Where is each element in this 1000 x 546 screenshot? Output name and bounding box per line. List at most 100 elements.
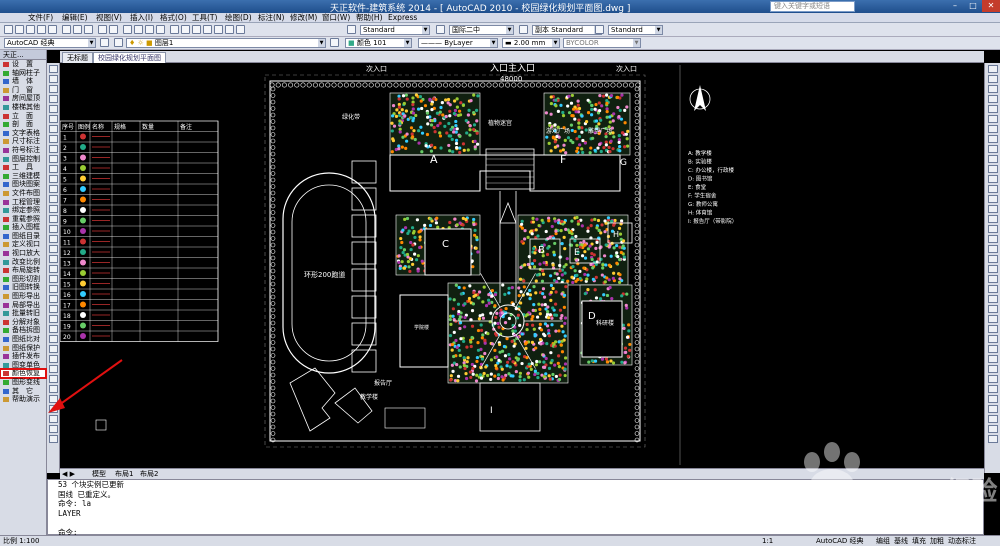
draw-tool-icon[interactable] xyxy=(49,225,58,233)
draw-tool-icon[interactable] xyxy=(49,145,58,153)
panel-item[interactable]: 立 面 xyxy=(0,112,46,121)
draw-tool-icon[interactable] xyxy=(49,125,58,133)
draw-tool-icon[interactable] xyxy=(49,335,58,343)
paste-icon[interactable] xyxy=(84,25,93,34)
mleader-style-select[interactable]: Standard ▼ xyxy=(608,25,663,35)
draw-tool-icon[interactable] xyxy=(49,255,58,263)
draw-tool-icon[interactable] xyxy=(49,385,58,393)
panel-item[interactable]: 设 置 xyxy=(0,60,46,69)
modify-tool-icon[interactable] xyxy=(988,315,998,323)
modify-tool-icon[interactable] xyxy=(988,285,998,293)
panel-item[interactable]: 重载参照 xyxy=(0,215,46,224)
workspace-settings-icon[interactable] xyxy=(100,38,109,47)
draw-tool-icon[interactable] xyxy=(49,345,58,353)
modify-tool-icon[interactable] xyxy=(988,295,998,303)
panel-item[interactable]: 图形导出 xyxy=(0,292,46,301)
draw-tool-icon[interactable] xyxy=(49,375,58,383)
draw-tool-icon[interactable] xyxy=(49,295,58,303)
plotstyle-select[interactable]: BYCOLOR ▼ xyxy=(563,38,641,48)
modify-tool-icon[interactable] xyxy=(988,365,998,373)
tab-campus-plan[interactable]: 校园绿化规划平面图 xyxy=(93,52,166,63)
modify-tool-icon[interactable] xyxy=(988,275,998,283)
print-icon[interactable] xyxy=(37,25,46,34)
modify-tool-icon[interactable] xyxy=(988,105,998,113)
panel-item[interactable]: 其 它 xyxy=(0,387,46,396)
sheet-set-icon[interactable] xyxy=(203,25,212,34)
search-input[interactable]: 键入关键字或短语 xyxy=(770,1,855,12)
close-icon[interactable]: ✕ xyxy=(982,0,1000,12)
menu-format[interactable]: 格式(O) xyxy=(160,13,187,23)
draw-tool-icon[interactable] xyxy=(49,65,58,73)
draw-tool-icon[interactable] xyxy=(49,95,58,103)
modify-tool-icon[interactable] xyxy=(988,135,998,143)
modify-tool-icon[interactable] xyxy=(988,95,998,103)
panel-item[interactable]: 备档拆图 xyxy=(0,326,46,335)
panel-item[interactable]: 视口放大 xyxy=(0,249,46,258)
help-icon[interactable] xyxy=(236,25,245,34)
tool-palette-icon[interactable] xyxy=(192,25,201,34)
draw-tool-icon[interactable] xyxy=(49,315,58,323)
panel-item[interactable]: 符号标注 xyxy=(0,146,46,155)
modify-tool-icon[interactable] xyxy=(988,115,998,123)
redo-icon[interactable] xyxy=(109,25,118,34)
modify-tool-icon[interactable] xyxy=(988,85,998,93)
draw-tool-icon[interactable] xyxy=(49,185,58,193)
new-icon[interactable] xyxy=(4,25,13,34)
menu-help[interactable]: 帮助(H) xyxy=(356,13,383,23)
panel-item[interactable]: 定义视口 xyxy=(0,240,46,249)
modify-tool-icon[interactable] xyxy=(988,145,998,153)
scale-readout[interactable]: 比例 1:100 xyxy=(3,536,39,546)
zoom-previous-icon[interactable] xyxy=(156,25,165,34)
draw-tool-icon[interactable] xyxy=(49,205,58,213)
modify-tool-icon[interactable] xyxy=(988,155,998,163)
draw-tool-icon[interactable] xyxy=(49,115,58,123)
panel-item[interactable]: 插件发布 xyxy=(0,352,46,361)
menu-file[interactable]: 文件(F) xyxy=(28,13,53,23)
design-center-icon[interactable] xyxy=(181,25,190,34)
modify-tool-icon[interactable] xyxy=(988,385,998,393)
preview-icon[interactable] xyxy=(48,25,57,34)
panel-item[interactable]: 工程管理 xyxy=(0,198,46,207)
minimize-icon[interactable]: – xyxy=(946,0,964,12)
menu-insert[interactable]: 插入(I) xyxy=(130,13,153,23)
draw-tool-icon[interactable] xyxy=(49,135,58,143)
modify-tool-icon[interactable] xyxy=(988,435,998,443)
tab-untitled[interactable]: 无标题 xyxy=(62,52,93,63)
modify-tool-icon[interactable] xyxy=(988,215,998,223)
modify-tool-icon[interactable] xyxy=(988,425,998,433)
tab-model[interactable]: 模型 xyxy=(92,469,106,479)
menu-dimension[interactable]: 标注(N) xyxy=(258,13,284,23)
modify-tool-icon[interactable] xyxy=(988,225,998,233)
undo-icon[interactable] xyxy=(98,25,107,34)
menu-tools[interactable]: 工具(T) xyxy=(192,13,217,23)
draw-tool-icon[interactable] xyxy=(49,425,58,433)
modify-tool-icon[interactable] xyxy=(988,395,998,403)
draw-tool-icon[interactable] xyxy=(49,85,58,93)
draw-tool-icon[interactable] xyxy=(49,265,58,273)
draw-tool-icon[interactable] xyxy=(49,105,58,113)
draw-tool-icon[interactable] xyxy=(49,365,58,373)
zoom-window-icon[interactable] xyxy=(145,25,154,34)
draw-tool-icon[interactable] xyxy=(49,415,58,423)
modify-tool-icon[interactable] xyxy=(988,205,998,213)
modify-tool-icon[interactable] xyxy=(988,165,998,173)
panel-item[interactable]: 图层控制 xyxy=(0,155,46,164)
draw-tool-icon[interactable] xyxy=(49,155,58,163)
modify-tool-icon[interactable] xyxy=(988,265,998,273)
modify-tool-icon[interactable] xyxy=(988,245,998,253)
draw-tool-icon[interactable] xyxy=(49,235,58,243)
menu-edit[interactable]: 编辑(E) xyxy=(62,13,88,23)
markup-icon[interactable] xyxy=(214,25,223,34)
copy-icon[interactable] xyxy=(73,25,82,34)
layout-nav-icon[interactable]: ◀ ▶ xyxy=(62,469,75,479)
modify-tool-icon[interactable] xyxy=(988,255,998,263)
make-current-icon[interactable] xyxy=(330,38,339,47)
menu-express[interactable]: Express xyxy=(388,13,417,23)
maximize-icon[interactable]: □ xyxy=(964,0,982,12)
menu-draw[interactable]: 绘图(D) xyxy=(225,13,252,23)
panel-item[interactable]: 文件布图 xyxy=(0,189,46,198)
toggle-dynamic-dim[interactable]: 动态标注 xyxy=(948,536,976,546)
draw-tool-icon[interactable] xyxy=(49,435,58,443)
dim-style-select[interactable]: 国际二中 ▼ xyxy=(449,25,514,35)
draw-tool-icon[interactable] xyxy=(49,75,58,83)
